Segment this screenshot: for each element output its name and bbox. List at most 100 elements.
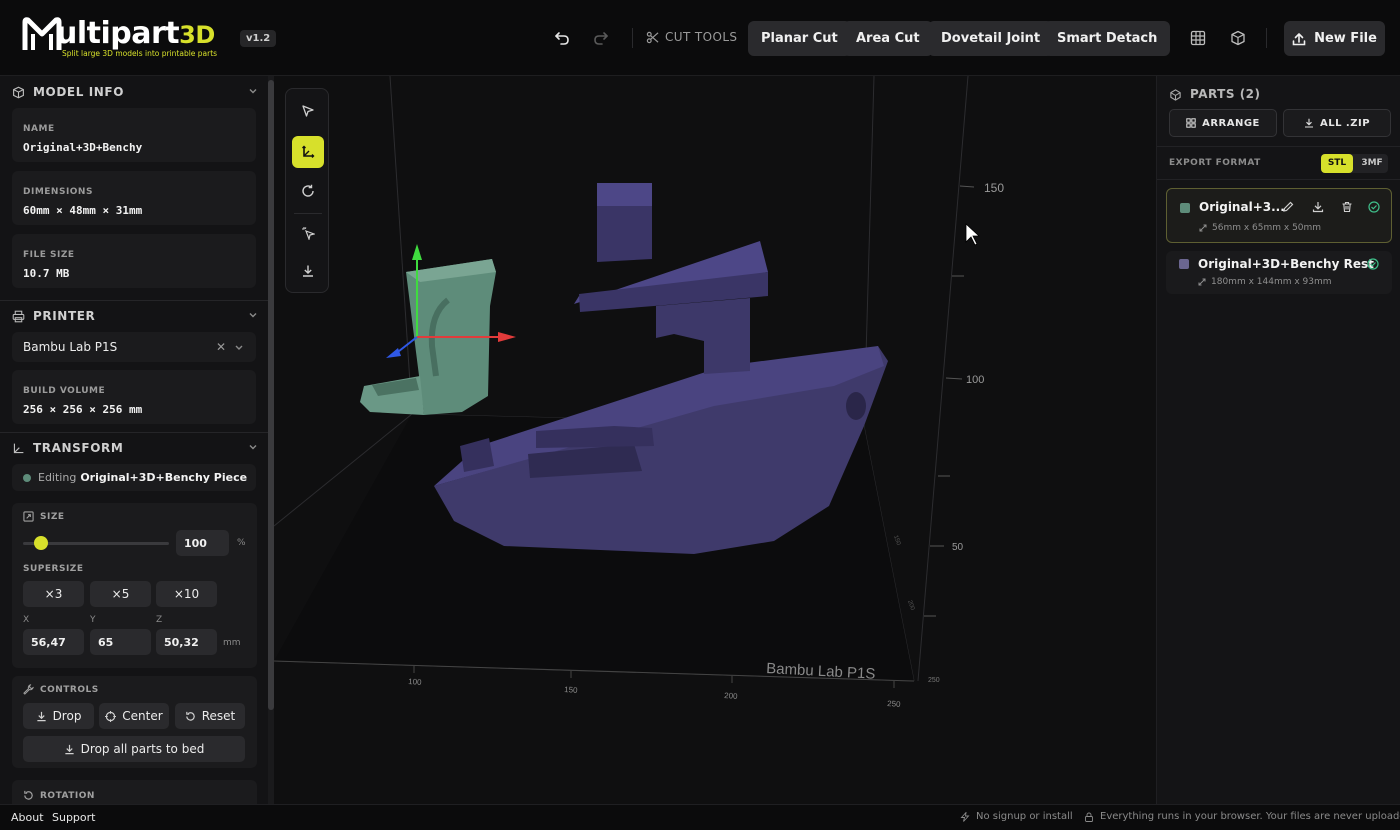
rotate-tool-button[interactable] <box>292 175 324 207</box>
new-file-button[interactable]: New File <box>1284 21 1385 56</box>
y-tick-250: 250 <box>928 677 940 684</box>
lock-icon <box>1085 812 1093 822</box>
section-divider <box>0 432 268 433</box>
toolbar-divider <box>1167 28 1168 48</box>
grid-icon[interactable] <box>1187 27 1209 49</box>
z-axis-ruler <box>924 185 975 617</box>
editing-target: Original+3D+Benchy Piece <box>80 471 248 484</box>
dimension-unit: mm <box>223 638 241 648</box>
printer-icon <box>12 310 25 322</box>
planar-cut-button[interactable]: Planar Cut <box>748 21 851 56</box>
auto-select-tool-button[interactable] <box>292 217 324 249</box>
part-name: Original+3D+Benchy Rest <box>1198 257 1374 271</box>
supersize-x3-button[interactable]: ×3 <box>23 581 84 607</box>
part-item[interactable]: Original+3... 56mm x 65mm x 50mm <box>1166 188 1392 243</box>
check-circle-icon <box>1366 199 1382 215</box>
cube-icon[interactable] <box>1227 27 1249 49</box>
drop-all-button[interactable]: Drop all parts to bed <box>23 736 245 762</box>
part-dimensions: 56mm x 65mm x 50mm <box>1199 223 1321 233</box>
chevron-down-icon <box>249 445 257 450</box>
x-tick-150: 150 <box>564 685 578 695</box>
size-unit: % <box>237 538 246 548</box>
x-axis-label: X <box>23 615 30 625</box>
move-tool-button[interactable] <box>292 136 324 168</box>
smart-detach-button[interactable]: Smart Detach <box>1044 21 1171 56</box>
controls-group: CONTROLS Drop Center Reset Drop all part… <box>12 676 257 768</box>
edit-icon[interactable] <box>1280 199 1296 215</box>
reset-icon <box>185 711 195 721</box>
logo-tagline: Split large 3D models into printable par… <box>62 49 218 58</box>
drop-button[interactable]: Drop <box>23 703 94 729</box>
undo-icon[interactable] <box>551 27 573 49</box>
y-tick-200: 200 <box>906 600 915 612</box>
upload-icon <box>1292 32 1306 45</box>
crosshair-icon <box>105 710 117 722</box>
about-link[interactable]: About <box>11 811 44 824</box>
download-all-zip-button[interactable]: ALL .ZIP <box>1283 109 1391 137</box>
printer-select[interactable]: Bambu Lab P1S ✕ <box>12 332 256 362</box>
z-tick-50: 50 <box>952 542 964 553</box>
chevron-down-icon <box>249 313 257 318</box>
download-icon[interactable] <box>1310 199 1326 215</box>
center-button[interactable]: Center <box>99 703 169 729</box>
build-volume-label: BUILD VOLUME <box>23 386 106 396</box>
z-dimension-input[interactable]: 50,32 <box>156 629 217 655</box>
no-signup-note: No signup or install <box>960 811 1073 822</box>
arrange-button[interactable]: ARRANGE <box>1169 109 1277 137</box>
format-stl-option[interactable]: STL <box>1321 154 1353 173</box>
dovetail-joint-button[interactable]: Dovetail Joint <box>928 21 1054 56</box>
export-format-toggle[interactable]: STL 3MF <box>1321 154 1388 173</box>
support-link[interactable]: Support <box>52 811 95 824</box>
chevron-down-icon <box>249 89 257 94</box>
name-label: NAME <box>23 124 55 134</box>
3d-viewport[interactable]: 150 100 50 100 150 200 250 250 200 150 B… <box>274 76 1156 804</box>
select-tool-button[interactable] <box>292 95 324 127</box>
model-info-header[interactable]: MODEL INFO <box>12 82 258 102</box>
export-format-label: EXPORT FORMAT <box>1169 158 1261 168</box>
file-size-card: FILE SIZE 10.7 MB <box>12 234 256 288</box>
supersize-x10-button[interactable]: ×10 <box>156 581 217 607</box>
editing-indicator: Editing Original+3D+Benchy Piece <box>12 464 256 491</box>
z-tick-150: 150 <box>984 181 1004 195</box>
drop-to-bed-tool-button[interactable] <box>292 255 324 287</box>
x-tick-100: 100 <box>408 677 422 687</box>
chevron-down-icon <box>235 345 243 350</box>
file-size-label: FILE SIZE <box>23 250 75 260</box>
controls-label: CONTROLS <box>23 684 99 695</box>
transform-header[interactable]: TRANSFORM <box>12 438 258 458</box>
footer: About Support No signup or install Every… <box>0 804 1400 830</box>
piece-color-dot <box>23 473 31 482</box>
size-slider-handle[interactable] <box>33 536 48 550</box>
editing-prefix: Editing <box>38 471 77 484</box>
dimensions-value: 60mm × 48mm × 31mm <box>23 204 143 217</box>
part-name: Original+3... <box>1199 200 1285 214</box>
printer-header[interactable]: PRINTER <box>12 306 258 326</box>
scene-canvas[interactable]: 150 100 50 100 150 200 250 250 200 150 B… <box>274 76 1156 804</box>
wrench-icon <box>23 684 34 695</box>
viewport-toolbar <box>285 88 329 293</box>
toolbar-divider <box>1266 28 1267 48</box>
clear-icon[interactable]: ✕ <box>216 340 226 354</box>
mouse-cursor <box>965 223 981 246</box>
download-icon <box>65 744 74 754</box>
resize-icon <box>23 511 34 522</box>
check-circle-icon <box>1365 256 1381 272</box>
area-cut-button[interactable]: Area Cut <box>843 21 933 56</box>
redo-icon[interactable] <box>590 27 612 49</box>
supersize-x5-button[interactable]: ×5 <box>90 581 151 607</box>
part-color-swatch <box>1180 203 1190 213</box>
rotation-label[interactable]: ROTATION <box>23 790 95 801</box>
reset-button[interactable]: Reset <box>175 703 245 729</box>
trash-icon[interactable] <box>1339 199 1355 215</box>
app-logo[interactable]: ultipart3D Split large 3D models into pr… <box>22 16 217 58</box>
rest-model[interactable] <box>434 183 888 554</box>
x-dimension-input[interactable]: 56,47 <box>23 629 84 655</box>
download-icon <box>1304 118 1313 128</box>
logo-wordmark: ultipart3D <box>56 16 215 51</box>
part-item[interactable]: Original+3D+Benchy Rest 180mm x 144mm x … <box>1166 251 1392 294</box>
y-dimension-input[interactable]: 65 <box>90 629 151 655</box>
size-input[interactable]: 100 <box>176 530 229 556</box>
export-format-row: EXPORT FORMAT STL 3MF <box>1157 146 1400 180</box>
printer-selected-value: Bambu Lab P1S <box>23 340 118 354</box>
format-3mf-option[interactable]: 3MF <box>1356 154 1388 173</box>
